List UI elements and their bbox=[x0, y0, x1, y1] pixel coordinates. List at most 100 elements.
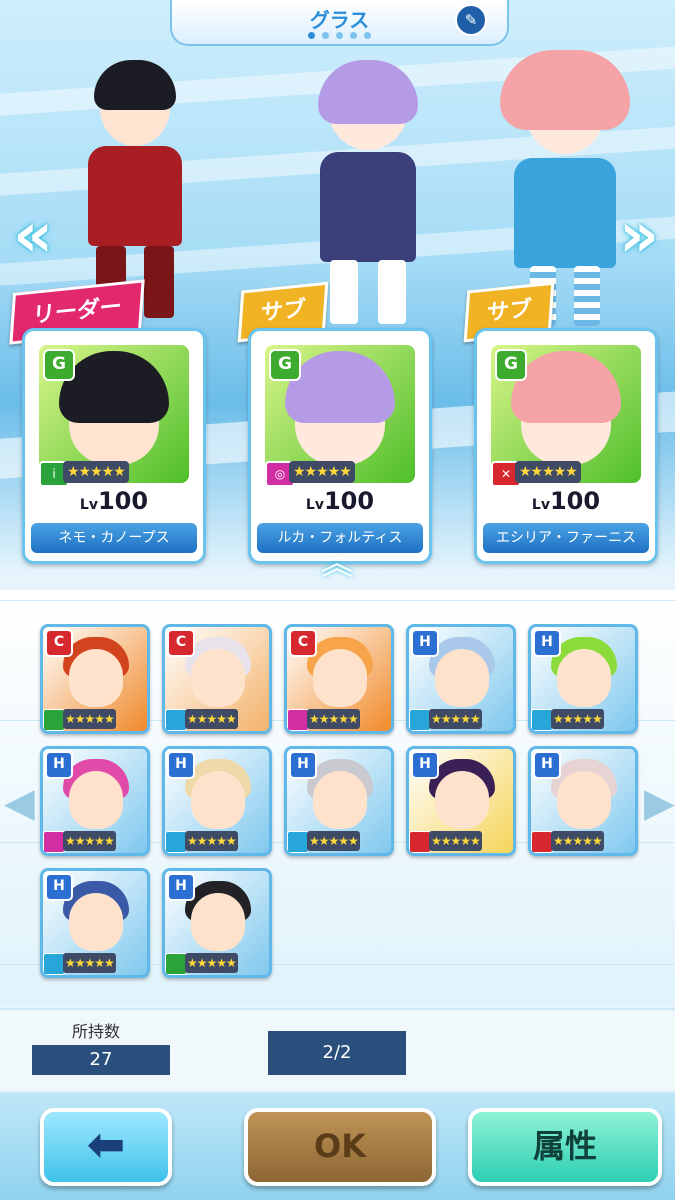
element-icon bbox=[165, 953, 187, 975]
next-team-arrow[interactable]: » bbox=[612, 200, 666, 270]
page-dot bbox=[308, 32, 315, 39]
roster-character-card[interactable]: H ★★★★★ bbox=[40, 868, 150, 978]
element-icon bbox=[531, 709, 553, 731]
back-button[interactable]: ⬅ bbox=[40, 1108, 172, 1186]
level-value: 100 bbox=[97, 487, 149, 515]
portrait-face bbox=[191, 649, 245, 707]
star-rating: ★★★★★ bbox=[185, 709, 238, 729]
figure-hair bbox=[94, 60, 176, 110]
portrait-face bbox=[557, 649, 611, 707]
level-label: Lv100 bbox=[251, 487, 429, 515]
star-rating: ★★★★★ bbox=[185, 953, 238, 973]
rank-badge: G bbox=[269, 349, 301, 381]
figure-hair bbox=[500, 50, 630, 130]
rank-badge: H bbox=[45, 873, 73, 901]
figure-body bbox=[320, 152, 416, 262]
owned-count-label: 所持数 bbox=[72, 1022, 121, 1041]
rank-badge: H bbox=[167, 751, 195, 779]
roster-character-card[interactable]: H ★★★★★ bbox=[406, 746, 516, 856]
edit-name-button[interactable]: ✎ bbox=[455, 4, 487, 36]
star-rating: ★★★★★ bbox=[551, 709, 604, 729]
portrait-face bbox=[557, 771, 611, 829]
pencil-icon: ✎ bbox=[464, 11, 478, 29]
rank-badge: H bbox=[533, 629, 561, 657]
level-value: 100 bbox=[323, 487, 375, 515]
prev-team-arrow[interactable]: « bbox=[6, 200, 60, 270]
star-rating: ★★★★★ bbox=[429, 831, 482, 851]
roster-character-card[interactable]: H ★★★★★ bbox=[162, 868, 272, 978]
expand-chevron-icon[interactable]: ︽ bbox=[306, 547, 368, 579]
rank-badge: G bbox=[43, 349, 75, 381]
ok-button[interactable]: OK bbox=[244, 1108, 436, 1186]
figure-leg bbox=[574, 266, 600, 326]
page-indicator: 2/2 bbox=[268, 1031, 406, 1075]
roster-character-card[interactable]: H ★★★★★ bbox=[162, 746, 272, 856]
figure-body bbox=[514, 158, 616, 268]
star-rating: ★★★★★ bbox=[429, 709, 482, 729]
team-card-leader[interactable]: G i ★★★★★ Lv100 ネモ・カノープス bbox=[22, 328, 206, 564]
roster-character-card[interactable]: C ★★★★★ bbox=[162, 624, 272, 734]
character-name: ネモ・カノープス bbox=[31, 523, 197, 553]
figure-hair bbox=[318, 60, 418, 124]
figure-body bbox=[88, 146, 182, 246]
portrait-face bbox=[69, 893, 123, 951]
team-card-sub-2[interactable]: G ✕ ★★★★★ Lv100 エシリア・ファーニス bbox=[474, 328, 658, 564]
portrait-face bbox=[69, 649, 123, 707]
rank-badge: H bbox=[289, 751, 317, 779]
rank-badge: G bbox=[495, 349, 527, 381]
rank-badge: C bbox=[289, 629, 317, 657]
prev-page-arrow[interactable]: ◀ bbox=[4, 770, 35, 836]
left-arrow-icon: ⬅ bbox=[86, 1117, 126, 1171]
page-dot bbox=[350, 32, 357, 39]
rank-badge: H bbox=[167, 873, 195, 901]
page-dot bbox=[322, 32, 329, 39]
portrait-face bbox=[313, 771, 367, 829]
rank-badge: C bbox=[167, 629, 195, 657]
rank-badge: H bbox=[45, 751, 73, 779]
roster-character-card[interactable]: H ★★★★★ bbox=[528, 746, 638, 856]
roster-character-card[interactable]: C ★★★★★ bbox=[40, 624, 150, 734]
roster-character-card[interactable]: H ★★★★★ bbox=[406, 624, 516, 734]
star-rating: ★★★★★ bbox=[63, 461, 129, 483]
element-icon bbox=[287, 709, 309, 731]
star-rating: ★★★★★ bbox=[185, 831, 238, 851]
portrait-face bbox=[69, 771, 123, 829]
next-page-arrow[interactable]: ▶ bbox=[644, 770, 675, 836]
attribute-button[interactable]: 属性 bbox=[468, 1108, 662, 1186]
roster-character-card[interactable]: H ★★★★★ bbox=[284, 746, 394, 856]
star-rating: ★★★★★ bbox=[63, 831, 116, 851]
rank-badge: H bbox=[411, 629, 439, 657]
rank-badge: H bbox=[411, 751, 439, 779]
star-rating: ★★★★★ bbox=[307, 831, 360, 851]
figure-leg bbox=[144, 246, 174, 318]
grid-line bbox=[0, 600, 675, 601]
level-prefix: Lv bbox=[305, 497, 324, 513]
level-label: Lv100 bbox=[477, 487, 655, 515]
element-icon bbox=[409, 831, 431, 853]
element-icon bbox=[531, 831, 553, 853]
level-prefix: Lv bbox=[79, 497, 98, 513]
element-icon bbox=[43, 953, 65, 975]
element-icon bbox=[409, 709, 431, 731]
roster-character-card[interactable]: H ★★★★★ bbox=[528, 624, 638, 734]
portrait-face bbox=[435, 771, 489, 829]
rank-badge: C bbox=[45, 629, 73, 657]
star-rating: ★★★★★ bbox=[289, 461, 355, 483]
element-icon bbox=[43, 831, 65, 853]
level-label: Lv100 bbox=[25, 487, 203, 515]
page-dot bbox=[364, 32, 371, 39]
element-icon bbox=[165, 709, 187, 731]
portrait-face bbox=[313, 649, 367, 707]
team-card-sub-1[interactable]: G ◎ ★★★★★ Lv100 ルカ・フォルティス bbox=[248, 328, 432, 564]
rank-badge: H bbox=[533, 751, 561, 779]
portrait-hair bbox=[59, 351, 169, 423]
roster-character-card[interactable]: C ★★★★★ bbox=[284, 624, 394, 734]
star-rating: ★★★★★ bbox=[515, 461, 581, 483]
star-rating: ★★★★★ bbox=[63, 953, 116, 973]
portrait-face bbox=[191, 893, 245, 951]
element-icon bbox=[43, 709, 65, 731]
level-prefix: Lv bbox=[531, 497, 550, 513]
figure-leg bbox=[378, 260, 406, 324]
roster-character-card[interactable]: H ★★★★★ bbox=[40, 746, 150, 856]
star-rating: ★★★★★ bbox=[63, 709, 116, 729]
